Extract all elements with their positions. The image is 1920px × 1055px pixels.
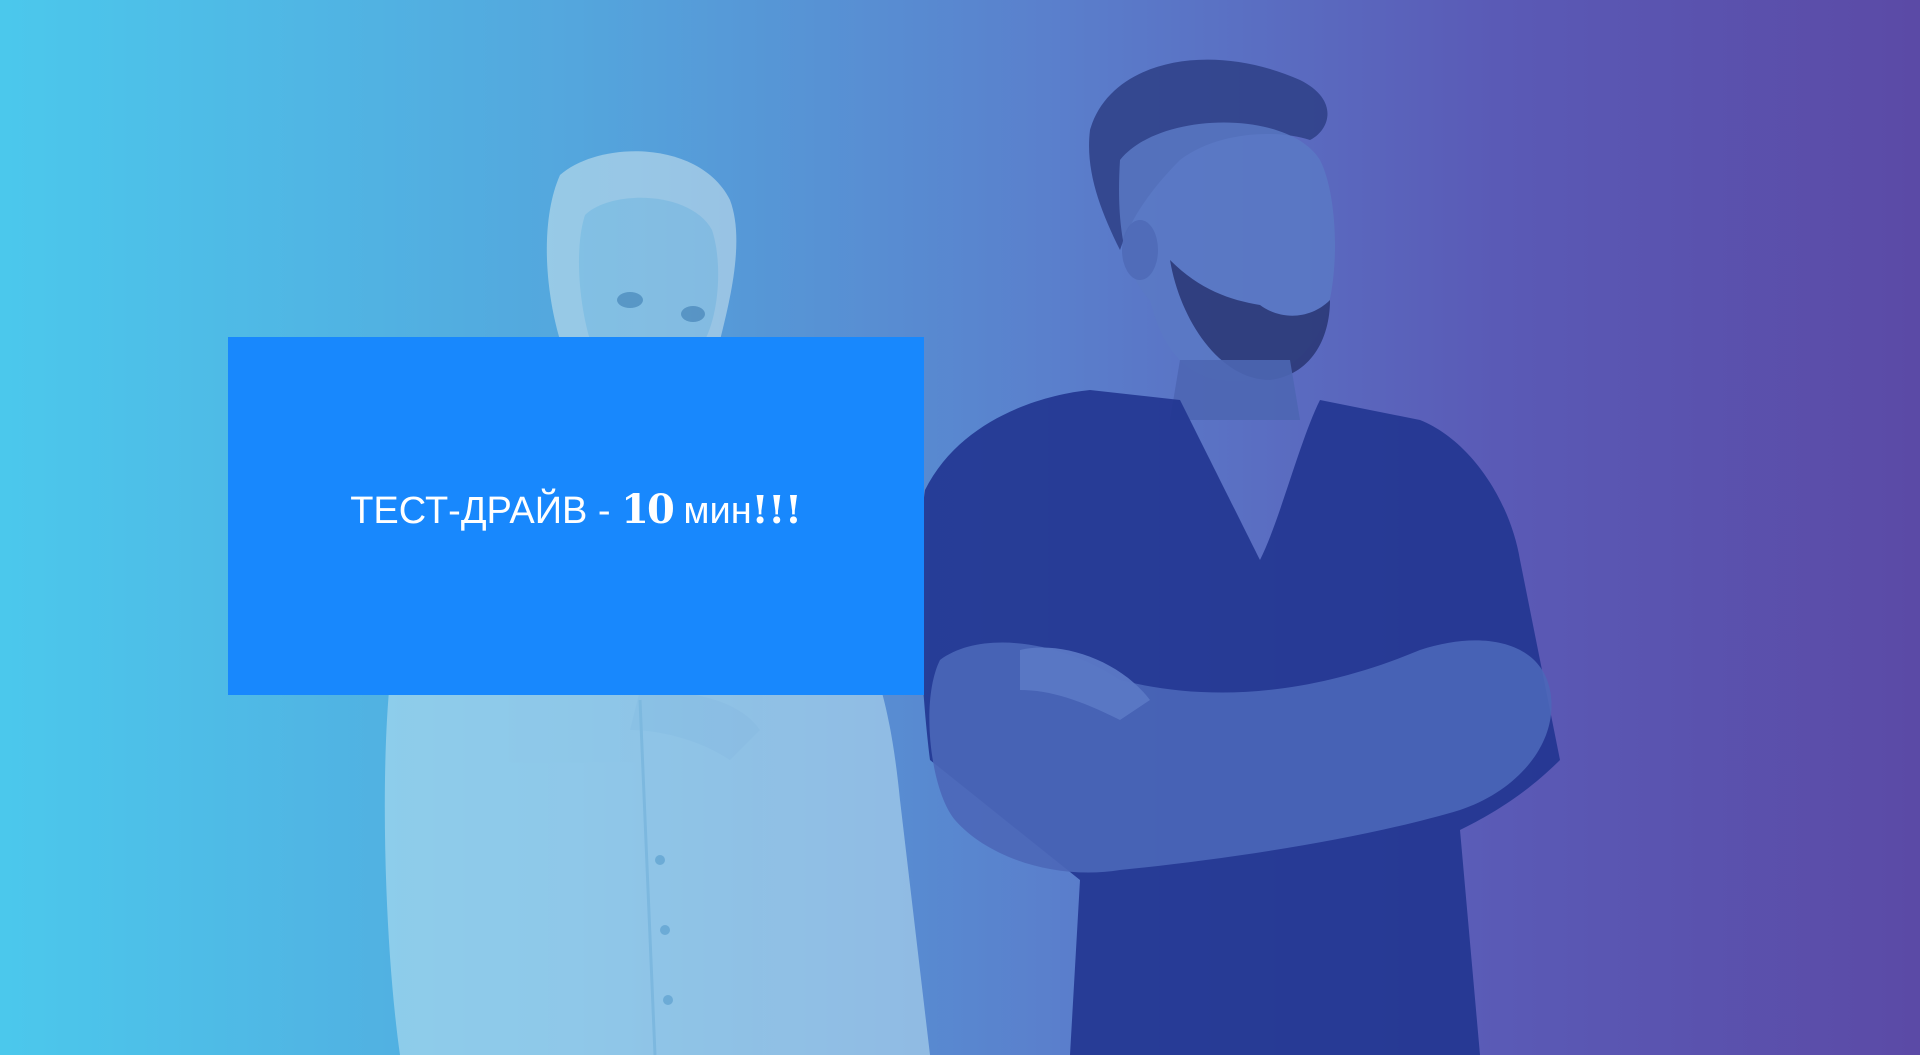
man-figure	[919, 59, 1560, 1055]
banner-text-exclaim: !!!	[751, 487, 802, 532]
banner-text-unit: мин	[683, 490, 752, 532]
banner-text-number: 10	[621, 486, 675, 533]
promo-banner: ТЕСТ-ДРАЙВ - 10 мин!!!	[228, 337, 924, 695]
banner-headline: ТЕСТ-ДРАЙВ - 10 мин!!!	[350, 487, 802, 532]
banner-text-main: ТЕСТ-ДРАЙВ -	[350, 490, 611, 532]
hero-section: ТЕСТ-ДРАЙВ - 10 мин!!!	[0, 0, 1920, 1055]
